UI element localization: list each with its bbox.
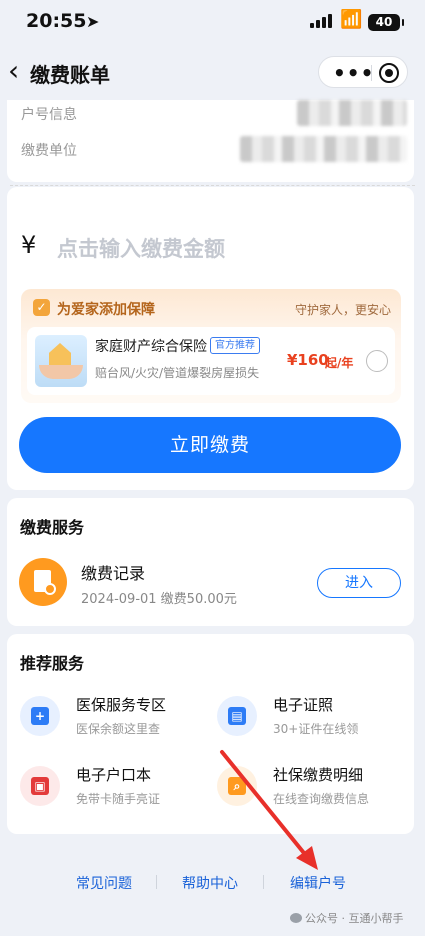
annotation-arrow	[220, 750, 318, 870]
watermark: 公众号 · 互通小帮手	[290, 910, 404, 926]
edit-household-link[interactable]: 编辑户号	[290, 873, 346, 893]
wechat-icon	[290, 913, 302, 923]
watermark-text: 公众号 · 互通小帮手	[305, 912, 404, 925]
help-center-link[interactable]: 帮助中心	[182, 873, 238, 893]
footer-divider	[156, 875, 157, 889]
footer-divider	[263, 875, 264, 889]
faq-link[interactable]: 常见问题	[76, 873, 132, 893]
